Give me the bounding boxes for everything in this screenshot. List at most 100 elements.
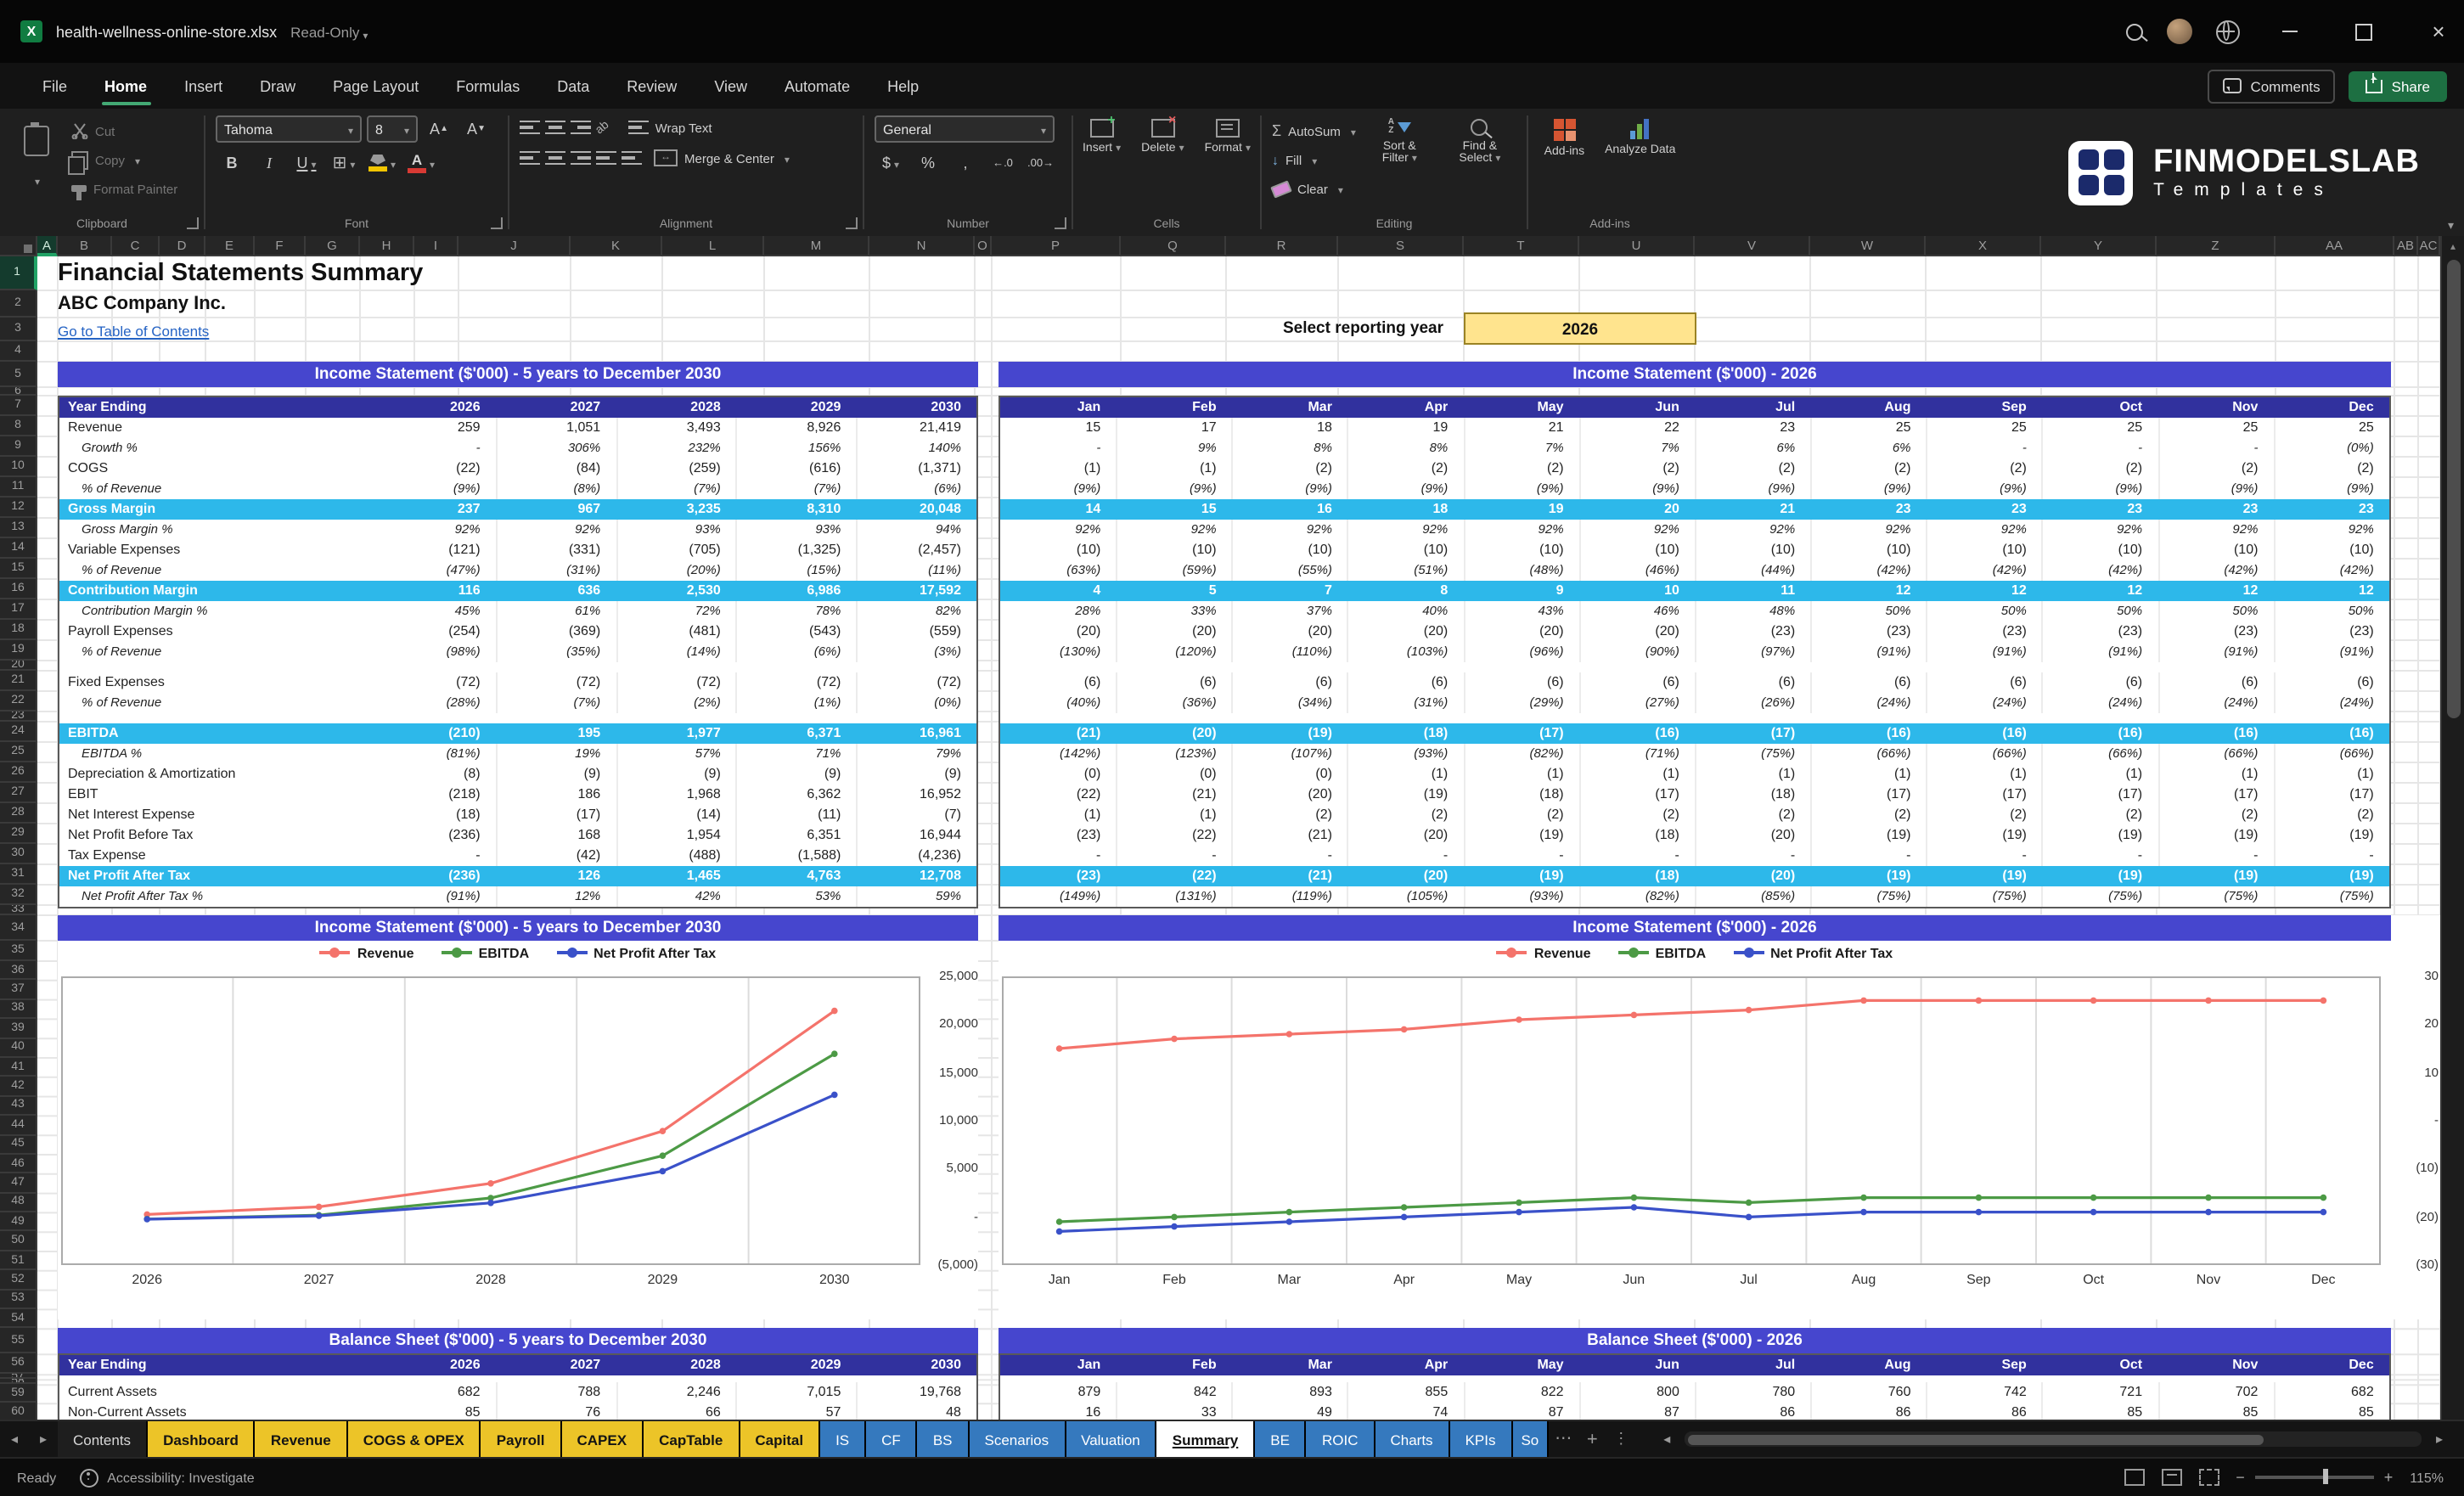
cell[interactable]: (20%) [616, 560, 736, 581]
cell[interactable]: (40%) [1000, 693, 1116, 713]
cell[interactable]: (23) [1926, 621, 2042, 642]
cell[interactable]: (93%) [1347, 744, 1463, 764]
sheet-tab-contents[interactable]: Contents [58, 1421, 149, 1457]
column-label-may[interactable]: May [1463, 397, 1578, 418]
cell[interactable]: 92% [2157, 520, 2273, 540]
column-label-oct[interactable]: Oct [2042, 1355, 2157, 1375]
cell[interactable]: 57% [616, 744, 736, 764]
cell[interactable]: 1,968 [616, 785, 736, 805]
cell[interactable]: (19) [2273, 825, 2388, 846]
menu-tab-data[interactable]: Data [538, 63, 608, 109]
cell[interactable]: 20,048 [856, 499, 976, 520]
cell[interactable]: (11%) [856, 560, 976, 581]
cell[interactable]: 259 [375, 418, 496, 438]
column-header-g[interactable]: G [306, 236, 360, 256]
column-label-mar[interactable]: Mar [1232, 1355, 1347, 1375]
cell[interactable]: 79% [856, 744, 976, 764]
number-dialog-launcher[interactable] [1055, 217, 1066, 229]
cell[interactable]: 23 [1927, 499, 2042, 520]
cell[interactable]: 9 [1463, 581, 1578, 601]
menu-tab-home[interactable]: Home [86, 63, 166, 109]
cell[interactable]: (107%) [1231, 744, 1347, 764]
cell[interactable]: 232% [616, 438, 736, 458]
merge-center-button[interactable]: ↔ Merge & Center [654, 146, 790, 170]
column-header-z[interactable]: Z [2157, 236, 2276, 256]
cell[interactable]: (23) [2273, 621, 2388, 642]
cell[interactable]: (8) [375, 764, 496, 785]
cell[interactable]: (3%) [856, 642, 976, 662]
cell[interactable]: - [1810, 846, 1926, 866]
row-header-37[interactable]: 37 [0, 980, 37, 1000]
column-label-2029[interactable]: 2029 [736, 1355, 857, 1375]
cell[interactable]: (42%) [1926, 560, 2042, 581]
cell[interactable]: 721 [2041, 1382, 2157, 1403]
cell[interactable]: 140% [856, 438, 976, 458]
zoom-out-icon[interactable]: − [2236, 1469, 2245, 1486]
cell[interactable]: (17) [2157, 785, 2273, 805]
cell[interactable]: 45% [375, 601, 496, 621]
cell[interactable]: (22) [1000, 785, 1116, 805]
cell[interactable]: (24%) [2041, 693, 2157, 713]
cell[interactable]: (72) [616, 672, 736, 693]
cell[interactable]: 92% [495, 520, 616, 540]
cell[interactable]: (23) [1000, 825, 1116, 846]
column-label-feb[interactable]: Feb [1116, 1355, 1231, 1375]
cell[interactable]: 19,768 [856, 1382, 976, 1403]
cell[interactable]: (10) [1810, 540, 1926, 560]
column-header-a[interactable]: A [37, 236, 58, 256]
cell[interactable]: (121) [375, 540, 496, 560]
column-header-t[interactable]: T [1464, 236, 1579, 256]
menu-tab-view[interactable]: View [695, 63, 766, 109]
row-header-56[interactable]: 56 [0, 1353, 37, 1375]
cell[interactable]: (18) [375, 805, 496, 825]
cut-button[interactable]: Cut [71, 119, 177, 143]
cell[interactable]: (10) [2273, 540, 2388, 560]
cell[interactable]: (24%) [1810, 693, 1926, 713]
cell[interactable]: (9) [856, 764, 976, 785]
cell[interactable]: 702 [2157, 1382, 2273, 1403]
cell[interactable]: 682 [375, 1382, 496, 1403]
column-header-f[interactable]: F [255, 236, 306, 256]
column-header-e[interactable]: E [205, 236, 255, 256]
column-header-w[interactable]: W [1810, 236, 1926, 256]
cell[interactable]: (55%) [1231, 560, 1347, 581]
hscroll-left-icon[interactable] [1652, 1431, 1681, 1447]
column-header-u[interactable]: U [1579, 236, 1695, 256]
menu-tab-help[interactable]: Help [869, 63, 937, 109]
comments-button[interactable]: Comments [2208, 69, 2336, 103]
paste-button[interactable] [10, 115, 61, 204]
cell[interactable]: (97%) [1694, 642, 1810, 662]
cell[interactable]: (93%) [1463, 886, 1578, 907]
row-header-5[interactable]: 5 [0, 362, 37, 387]
sheet-nav-right[interactable] [29, 1421, 58, 1457]
row-header-3[interactable]: 3 [0, 318, 37, 341]
search-icon[interactable] [2126, 23, 2143, 40]
accounting-format-button[interactable]: $ [875, 149, 907, 177]
font-color-button[interactable]: A [404, 149, 438, 177]
cell[interactable]: (72) [856, 672, 976, 693]
cell[interactable]: (17) [1463, 723, 1578, 744]
cell[interactable]: 49 [1231, 1403, 1347, 1420]
row-label[interactable]: % of Revenue [59, 560, 375, 581]
cell[interactable]: 5 [1116, 581, 1231, 601]
align-top-icon[interactable] [520, 120, 540, 135]
cell[interactable]: (6) [2157, 672, 2273, 693]
row-header-33[interactable]: 33 [0, 905, 37, 915]
row-header-7[interactable]: 7 [0, 396, 37, 416]
cell[interactable]: - [2157, 846, 2273, 866]
cell[interactable]: (20) [1695, 866, 1810, 886]
cell[interactable]: 85 [2157, 1403, 2273, 1420]
sheet-tab-capital[interactable]: Capital [740, 1421, 821, 1457]
column-label-2026[interactable]: 2026 [375, 397, 496, 418]
cell[interactable]: 18 [1231, 418, 1347, 438]
vertical-scroll-thumb[interactable] [2446, 260, 2460, 718]
cell[interactable]: 967 [496, 499, 616, 520]
cell[interactable]: (6) [1926, 672, 2042, 693]
cell[interactable]: 17,592 [856, 581, 976, 601]
cell[interactable]: (2) [1347, 805, 1463, 825]
alignment-dialog-launcher[interactable] [846, 217, 858, 229]
cell[interactable]: (84) [495, 458, 616, 479]
cell[interactable]: (82%) [1463, 744, 1578, 764]
cell[interactable]: 86 [1810, 1403, 1926, 1420]
accessibility-status[interactable]: Accessibility: Investigate [80, 1468, 255, 1487]
